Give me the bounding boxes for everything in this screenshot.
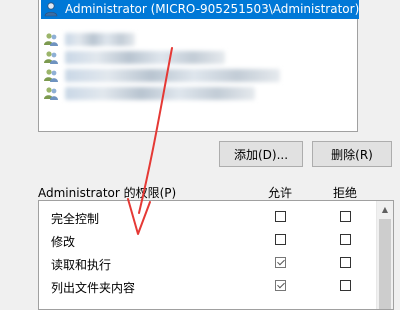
deny-checkbox[interactable] [340,234,351,245]
deny-checkbox[interactable] [340,280,351,291]
deny-checkbox[interactable] [340,211,351,222]
permission-row-list-folder: 列出文件夹内容 [39,276,375,298]
deny-checkbox[interactable] [340,257,351,268]
user-item-administrator[interactable]: Administrator (MICRO-905251503\Administr… [41,0,359,19]
redacted-name [65,32,135,46]
allow-checkbox[interactable] [275,257,286,268]
deny-column-header: 拒绝 [333,186,358,200]
group-icon [44,87,58,100]
allow-column-header: 允许 [268,186,293,200]
scroll-up-button[interactable]: ▲ [377,201,393,218]
allow-checkbox[interactable] [275,280,286,291]
add-button[interactable]: 添加(D)... [219,141,303,167]
user-icon [44,2,58,17]
group-icon [44,69,58,82]
permissions-table: 完全控制 修改 读取和执行 列出文件夹内容 ▲ [38,200,394,310]
permission-label: 读取和执行 [51,258,112,272]
add-button-label: 添加(D)... [233,147,289,162]
remove-button[interactable]: 删除(R) [312,141,392,167]
redacted-name [65,86,255,100]
permission-row-full-control: 完全控制 [39,207,375,229]
permissions-header-label: Administrator 的权限(P) [38,186,177,200]
permission-label: 列出文件夹内容 [51,281,136,295]
permission-row-modify: 修改 [39,230,375,252]
group-user-list[interactable]: Administrator (MICRO-905251503\Administr… [38,0,359,132]
group-icon [44,51,58,64]
allow-checkbox[interactable] [275,234,286,245]
user-item-redacted[interactable] [41,83,359,103]
redacted-name [65,50,225,64]
user-item-redacted[interactable] [41,65,359,85]
remove-button-label: 删除(R) [331,147,373,162]
permission-label: 完全控制 [51,212,100,226]
group-icon [44,33,58,46]
vertical-scrollbar[interactable]: ▲ [376,201,393,309]
permission-label: 修改 [51,235,76,249]
allow-checkbox[interactable] [275,211,286,222]
user-item-label: Administrator (MICRO-905251503\Administr… [65,2,360,16]
user-item-redacted[interactable] [41,29,359,49]
permission-row-read-execute: 读取和执行 [39,253,375,275]
scrollbar-thumb[interactable] [379,219,391,309]
user-item-redacted[interactable] [41,47,359,67]
redacted-name [65,68,280,82]
